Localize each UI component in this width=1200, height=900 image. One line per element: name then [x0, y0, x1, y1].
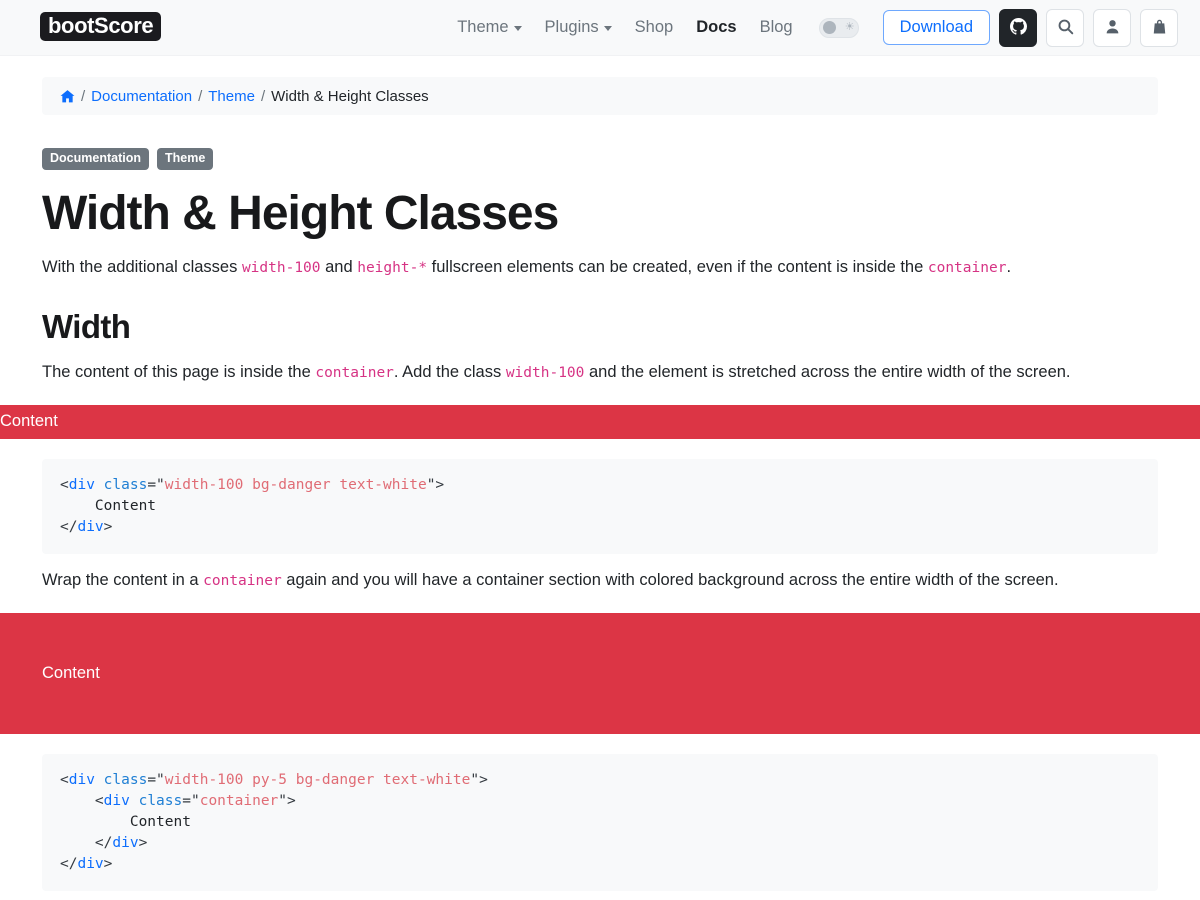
code-punct: < — [60, 772, 69, 789]
toggle-knob — [822, 21, 836, 34]
width-text-2: . Add the class — [393, 362, 506, 381]
code-value: width-100 py-5 bg-danger text-white — [164, 772, 471, 789]
code-tag: div — [112, 835, 139, 852]
width-paragraph-2: Wrap the content in a container again an… — [42, 568, 1158, 594]
width2-text-2: again and you will have a container sect… — [281, 570, 1059, 589]
badge-documentation[interactable]: Documentation — [42, 148, 149, 170]
code-block-width-100-container: <div class="width-100 py-5 bg-danger tex… — [42, 754, 1158, 892]
code-attr: class — [94, 772, 148, 789]
code-punct: > — [103, 856, 113, 873]
code-tag: div — [68, 476, 95, 493]
github-icon — [1009, 17, 1027, 38]
width-text-1: The content of this page is inside the — [42, 362, 316, 381]
lead-paragraph: With the additional classes width-100 an… — [42, 255, 1158, 281]
width2-text-1: Wrap the content in a — [42, 570, 204, 589]
code-tag: div — [68, 772, 95, 789]
brand-logo[interactable]: bootScore — [40, 11, 162, 42]
lead-text-1: With the additional classes — [42, 257, 242, 276]
demo-section-label: Content — [42, 664, 100, 683]
demo-fullwidth-bar: Content — [0, 405, 1200, 439]
code-text: Content — [60, 497, 157, 514]
code-punct: </ — [60, 856, 78, 873]
chevron-down-icon — [513, 26, 522, 31]
inline-code-width-100: width-100 — [505, 364, 585, 381]
code-punct: </ — [60, 518, 78, 535]
inline-code-container: container — [927, 259, 1007, 276]
code-punct: > — [103, 518, 113, 535]
nav-item-theme-label: Theme — [457, 18, 509, 36]
nav-item-plugins[interactable]: Plugins — [545, 18, 612, 37]
code-attr: class — [94, 476, 148, 493]
inline-code-width-100: width-100 — [241, 259, 321, 276]
page-title: Width & Height Classes — [42, 186, 559, 240]
navbar-actions: Download — [882, 8, 1178, 47]
navbar: bootScore Theme Plugins Shop Docs Blog ☀… — [0, 0, 1200, 56]
code-punct: =" — [147, 772, 165, 789]
cart-button[interactable] — [1140, 8, 1178, 47]
badge-theme[interactable]: Theme — [156, 148, 214, 170]
nav-item-blog[interactable]: Blog — [760, 18, 793, 37]
inline-code-container: container — [203, 572, 282, 589]
search-icon — [1057, 18, 1074, 38]
inline-code-container: container — [315, 364, 394, 381]
code-attr: class — [129, 793, 183, 810]
width-paragraph: The content of this page is inside the c… — [42, 360, 1158, 386]
lead-text-4: . — [1006, 257, 1012, 276]
home-icon[interactable] — [60, 89, 75, 104]
breadcrumb-item-documentation[interactable]: Documentation — [91, 88, 192, 105]
code-punct: =" — [147, 476, 165, 493]
heading-width: Width — [42, 307, 131, 345]
demo-section-inner: Content — [0, 661, 1200, 686]
breadcrumb-item-current: Width & Height Classes — [271, 87, 429, 105]
code-tag: div — [77, 856, 104, 873]
code-punct: "> — [278, 793, 296, 810]
demo-fullwidth-section: Content — [0, 613, 1200, 735]
width-text-3: and the element is stretched across the … — [584, 362, 1071, 381]
code-punct: < — [60, 476, 69, 493]
nav-item-plugins-label: Plugins — [544, 18, 599, 36]
dark-mode-toggle[interactable]: ☀ — [818, 17, 859, 38]
breadcrumb: / Documentation / Theme / Width & Height… — [42, 77, 1158, 115]
code-value: container — [199, 793, 279, 810]
code-tag: div — [77, 518, 104, 535]
code-tag: div — [103, 793, 130, 810]
code-block-width-100: <div class="width-100 bg-danger text-whi… — [42, 458, 1158, 554]
sun-icon: ☀ — [844, 21, 855, 33]
breadcrumb-separator: / — [260, 87, 266, 105]
page-root: bootScore Theme Plugins Shop Docs Blog ☀… — [0, 0, 1200, 900]
breadcrumb-separator: / — [81, 87, 86, 105]
nav-item-docs[interactable]: Docs — [696, 18, 736, 37]
width-paragraph-2-wrap: Wrap the content in a container again an… — [0, 568, 1200, 594]
nav-item-theme[interactable]: Theme — [457, 18, 522, 37]
code-punct: =" — [182, 793, 200, 810]
breadcrumb-separator: / — [198, 87, 203, 105]
demo-bar-label: Content — [0, 412, 58, 431]
breadcrumb-item-theme[interactable]: Theme — [208, 88, 255, 105]
github-button[interactable] — [999, 8, 1037, 47]
code-punct: </ — [94, 835, 113, 852]
nav-item-shop[interactable]: Shop — [635, 18, 674, 37]
article-header: Documentation Theme Width & Height Class… — [0, 148, 1200, 385]
download-button[interactable]: Download — [882, 9, 990, 46]
shopping-bag-icon — [1151, 18, 1168, 38]
account-button[interactable] — [1093, 8, 1131, 47]
nav-menu: Theme Plugins Shop Docs Blog ☀ — [457, 17, 859, 38]
code-punct: "> — [426, 476, 445, 493]
lead-text-3: fullscreen elements can be created, even… — [427, 257, 928, 276]
code-value: width-100 bg-danger text-white — [164, 476, 427, 493]
search-button[interactable] — [1046, 8, 1084, 47]
category-badges: Documentation Theme — [42, 148, 1158, 170]
inline-code-height-star: height-* — [357, 259, 428, 276]
chevron-down-icon — [603, 26, 612, 31]
code-punct: "> — [470, 772, 488, 789]
user-icon — [1104, 18, 1121, 38]
code-text: Content — [60, 814, 191, 831]
code-punct: > — [138, 835, 148, 852]
code-punct: < — [94, 793, 104, 810]
lead-text-2: and — [320, 257, 358, 276]
